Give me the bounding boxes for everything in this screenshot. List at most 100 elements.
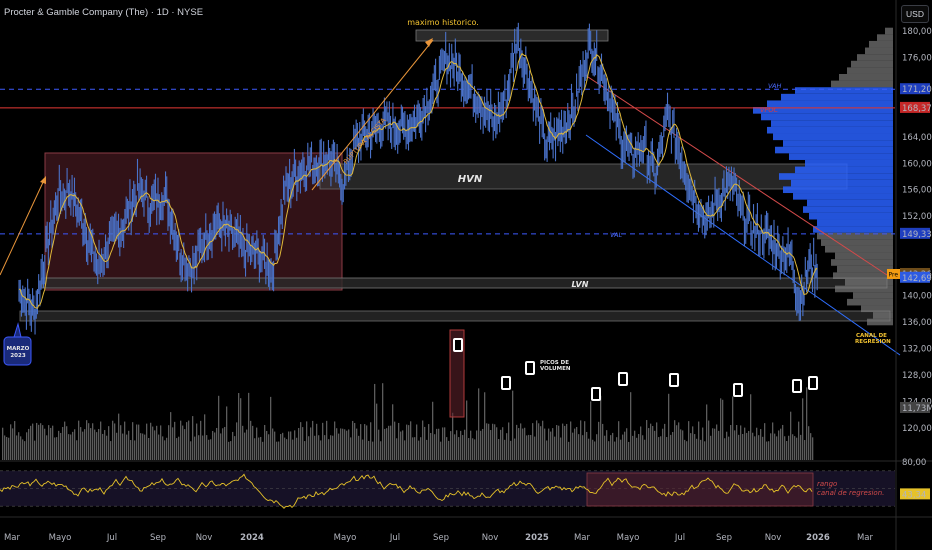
volume-bar bbox=[374, 383, 376, 460]
volume-bar bbox=[74, 429, 76, 460]
volume-bar bbox=[34, 440, 36, 460]
volume-bar bbox=[196, 423, 198, 460]
volume-bar bbox=[122, 433, 124, 460]
volume-bar bbox=[518, 428, 520, 460]
volume-profile-bar bbox=[795, 87, 893, 94]
x-tick-label: Sep bbox=[150, 533, 166, 543]
volume-bar bbox=[30, 425, 32, 460]
volume-bar bbox=[404, 440, 406, 460]
volume-profile-bar bbox=[869, 40, 893, 48]
volume-bar bbox=[166, 437, 168, 460]
volume-bar bbox=[380, 441, 382, 460]
volume-bar bbox=[240, 398, 242, 460]
volume-bar bbox=[490, 430, 492, 460]
volume-pane bbox=[2, 329, 818, 460]
volume-bar bbox=[38, 424, 40, 460]
volume-profile-bar bbox=[853, 292, 893, 299]
volume-bar bbox=[176, 438, 178, 460]
volume-bar bbox=[688, 421, 690, 460]
volume-bar bbox=[12, 428, 14, 460]
volume-bar bbox=[634, 430, 636, 460]
volume-profile-bar bbox=[805, 159, 893, 167]
y-tick-label: 180,00 bbox=[902, 27, 932, 37]
volume-bar bbox=[754, 436, 756, 460]
volume-bar bbox=[414, 437, 416, 460]
volume-bar bbox=[400, 431, 402, 460]
volume-profile-bar bbox=[771, 120, 893, 127]
volume-bar bbox=[596, 434, 598, 460]
volume-profile-bar bbox=[835, 252, 893, 260]
x-tick-label: Sep bbox=[433, 533, 449, 543]
volume-bar bbox=[670, 434, 672, 460]
volume-bar bbox=[476, 430, 478, 460]
rsi-range-label: rango bbox=[817, 480, 837, 488]
x-tick-label: Mayo bbox=[49, 533, 72, 543]
volume-bar bbox=[714, 428, 716, 460]
volume-bar bbox=[632, 435, 634, 460]
volume-profile-bar bbox=[781, 93, 893, 101]
volume-bar bbox=[534, 436, 536, 460]
volume-bar bbox=[398, 422, 400, 460]
volume-bar bbox=[42, 425, 44, 460]
volume-bar bbox=[268, 434, 270, 460]
volume-bar bbox=[270, 396, 272, 460]
volume-peak-marker-inner bbox=[794, 381, 800, 391]
volume-profile-bar bbox=[873, 312, 893, 319]
val-axis-tag: 149,33 bbox=[902, 230, 932, 240]
volume-bar bbox=[682, 430, 684, 460]
volume-bar bbox=[172, 427, 174, 460]
y-tick-label: 128,00 bbox=[902, 371, 932, 381]
volume-bar bbox=[202, 435, 204, 460]
volume-bar bbox=[86, 420, 88, 460]
volume-bar bbox=[590, 401, 592, 460]
y-tick-label: 120,00 bbox=[902, 424, 932, 434]
volume-bar bbox=[150, 422, 152, 460]
volume-bar bbox=[276, 441, 278, 460]
volume-bar bbox=[308, 436, 310, 460]
x-tick-label: Mar bbox=[4, 533, 21, 543]
volume-profile-bar bbox=[877, 34, 893, 41]
volume-bar bbox=[272, 428, 274, 460]
volume-bar bbox=[698, 421, 700, 460]
trend-arrow-head bbox=[40, 176, 46, 184]
volume-bar bbox=[802, 398, 804, 460]
volume-bar bbox=[780, 428, 782, 460]
x-tick-label: Nov bbox=[765, 533, 782, 543]
volume-bar bbox=[248, 392, 250, 460]
volume-bar bbox=[488, 423, 490, 460]
volume-bar bbox=[120, 425, 122, 460]
price-chart[interactable]: VAHVPOCVALmaximo historico.HVNLVNRUPTURA… bbox=[0, 0, 932, 550]
volume-bar bbox=[164, 440, 166, 460]
volume-bar bbox=[732, 396, 734, 460]
volume-bar bbox=[170, 412, 172, 460]
volume-bar bbox=[724, 438, 726, 460]
volume-bar bbox=[346, 430, 348, 460]
volume-bar bbox=[250, 420, 252, 460]
volume-bar bbox=[104, 430, 106, 460]
volume-bar bbox=[716, 424, 718, 460]
volume-peaks-label: VOLUMEN bbox=[540, 366, 571, 372]
volume-bar bbox=[362, 439, 364, 460]
volume-bar bbox=[428, 424, 430, 460]
volume-bar bbox=[598, 421, 600, 460]
volume-bar bbox=[552, 428, 554, 460]
volume-bar bbox=[586, 431, 588, 460]
volume-bar bbox=[142, 433, 144, 460]
volume-bar bbox=[280, 434, 282, 460]
volume-bar bbox=[458, 437, 460, 460]
volume-bar bbox=[568, 441, 570, 460]
rsi-tick-label: 80,00 bbox=[902, 458, 926, 468]
volume-bar bbox=[418, 440, 420, 460]
march-callout-pointer bbox=[13, 322, 22, 338]
volume-bar bbox=[702, 427, 704, 460]
volume-bar bbox=[294, 430, 296, 460]
volume-peak-marker-inner bbox=[810, 378, 816, 388]
volume-bar bbox=[92, 423, 94, 460]
volume-bar bbox=[544, 428, 546, 460]
volume-bar bbox=[694, 434, 696, 460]
volume-profile-bar bbox=[767, 126, 893, 134]
volume-bar bbox=[90, 428, 92, 460]
volume-profile-bar bbox=[789, 153, 893, 160]
hvn-band bbox=[319, 163, 848, 190]
volume-bar bbox=[436, 428, 438, 460]
